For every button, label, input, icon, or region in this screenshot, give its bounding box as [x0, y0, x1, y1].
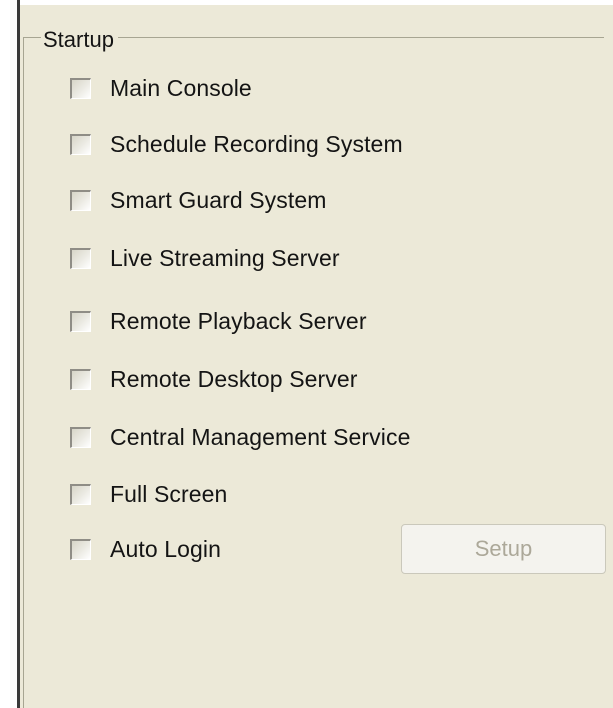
central-management-service-label: Central Management Service [110, 423, 411, 450]
option-full-screen[interactable]: Full Screen [70, 479, 227, 509]
auto-login-checkbox[interactable] [70, 538, 91, 560]
central-management-service-checkbox[interactable] [70, 426, 91, 448]
main-console-label: Main Console [110, 74, 252, 101]
option-live-streaming-server[interactable]: Live Streaming Server [70, 243, 340, 273]
option-central-management-service[interactable]: Central Management Service [70, 422, 410, 452]
full-screen-checkbox[interactable] [70, 483, 91, 505]
live-streaming-server-label: Live Streaming Server [110, 244, 340, 271]
smart-guard-system-checkbox[interactable] [70, 189, 91, 211]
setup-button[interactable]: Setup [401, 524, 606, 574]
full-screen-label: Full Screen [110, 480, 228, 507]
option-smart-guard-system[interactable]: Smart Guard System [70, 185, 327, 215]
auto-login-label: Auto Login [110, 535, 221, 562]
option-remote-playback-server[interactable]: Remote Playback Server [70, 306, 367, 336]
startup-group-title: Startup [41, 27, 118, 53]
option-main-console[interactable]: Main Console [70, 73, 252, 103]
schedule-recording-system-checkbox[interactable] [70, 133, 91, 155]
remote-desktop-server-label: Remote Desktop Server [110, 365, 358, 392]
option-schedule-recording-system[interactable]: Schedule Recording System [70, 129, 403, 159]
main-console-checkbox[interactable] [70, 77, 91, 99]
schedule-recording-system-label: Schedule Recording System [110, 130, 403, 157]
remote-desktop-server-checkbox[interactable] [70, 368, 91, 390]
option-remote-desktop-server[interactable]: Remote Desktop Server [70, 364, 358, 394]
live-streaming-server-checkbox[interactable] [70, 247, 91, 269]
option-auto-login[interactable]: Auto Login [70, 534, 221, 564]
remote-playback-server-label: Remote Playback Server [110, 307, 367, 334]
dialog-canvas: Startup Main Console Schedule Recording … [0, 0, 613, 708]
remote-playback-server-checkbox[interactable] [70, 310, 91, 332]
smart-guard-system-label: Smart Guard System [110, 186, 327, 213]
